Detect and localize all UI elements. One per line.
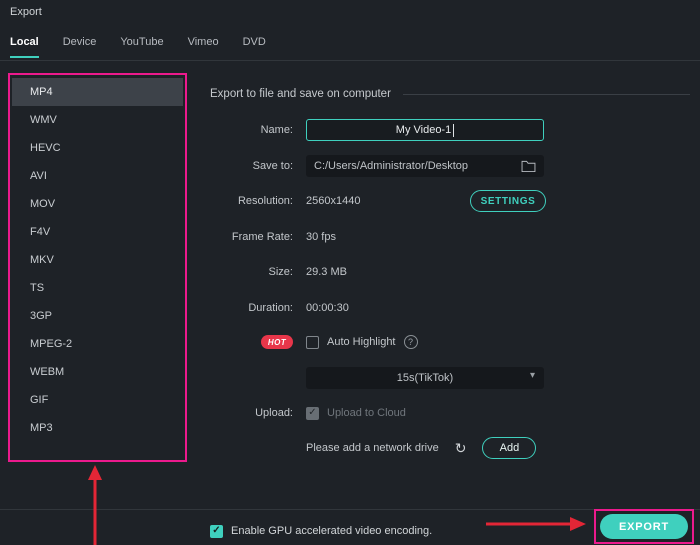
tab-local[interactable]: Local: [10, 36, 39, 58]
arrow-up-annotation: [88, 465, 102, 545]
format-item-gif[interactable]: GIF: [12, 386, 183, 414]
duration-value: 00:00:30: [306, 302, 349, 314]
format-item-mp4[interactable]: MP4: [12, 78, 183, 106]
duration-label: Duration:: [248, 302, 293, 314]
header-divider: [0, 60, 700, 61]
upload-cloud-checkbox[interactable]: ✓: [306, 406, 319, 420]
save-to-value: C:/Users/Administrator/Desktop: [314, 160, 469, 172]
auto-highlight-row: HOT Auto Highlight ?: [210, 330, 690, 354]
preset-dropdown[interactable]: 15s(TikTok) ▾: [306, 367, 544, 389]
format-item-mov[interactable]: MOV: [12, 190, 183, 218]
format-item-3gp[interactable]: 3GP: [12, 302, 183, 330]
text-caret: [453, 123, 455, 137]
resolution-row: Resolution: 2560x1440 SETTINGS: [210, 189, 690, 213]
format-item-mp3[interactable]: MP3: [12, 414, 183, 442]
tab-vimeo[interactable]: Vimeo: [188, 36, 219, 58]
network-row: Please add a network drive ↻ Add: [210, 436, 690, 460]
hot-badge: HOT: [260, 335, 293, 349]
add-button[interactable]: Add: [482, 437, 537, 459]
tab-dvd[interactable]: DVD: [243, 36, 266, 58]
format-item-mpeg2[interactable]: MPEG-2: [12, 330, 183, 358]
size-value: 29.3 MB: [306, 266, 347, 278]
upload-row: Upload: ✓ Upload to Cloud: [210, 401, 690, 425]
auto-highlight-checkbox[interactable]: [306, 335, 319, 349]
frame-rate-value: 30 fps: [306, 231, 336, 243]
format-item-ts[interactable]: TS: [12, 274, 183, 302]
gpu-encoding-checkbox[interactable]: ✓: [210, 524, 223, 538]
resolution-label: Resolution:: [237, 195, 293, 207]
format-item-hevc[interactable]: HEVC: [12, 134, 183, 162]
size-label: Size:: [268, 266, 293, 278]
duration-row: Duration: 00:00:30: [210, 296, 690, 320]
format-item-wmv[interactable]: WMV: [12, 106, 183, 134]
save-to-label: Save to:: [252, 160, 293, 172]
section-header: Export to file and save on computer: [210, 82, 690, 106]
help-icon[interactable]: ?: [403, 335, 418, 349]
tab-device[interactable]: Device: [63, 36, 97, 58]
resolution-value: 2560x1440: [306, 195, 361, 207]
save-to-row: Save to: C:/Users/Administrator/Desktop: [210, 154, 690, 178]
format-item-webm[interactable]: WEBM: [12, 358, 183, 386]
refresh-icon[interactable]: ↻: [455, 441, 467, 455]
folder-icon[interactable]: [521, 160, 536, 172]
network-drive-text: Please add a network drive: [306, 442, 439, 454]
window-title: Export: [10, 6, 42, 18]
preset-row: 15s(TikTok) ▾: [210, 366, 690, 390]
format-item-avi[interactable]: AVI: [12, 162, 183, 190]
name-row: Name: My Video-1: [210, 118, 690, 142]
preset-value: 15s(TikTok): [396, 372, 454, 384]
format-list-annotation-box: MP4 WMV HEVC AVI MOV F4V MKV TS 3GP MPEG…: [8, 73, 187, 462]
section-divider: [402, 93, 690, 95]
gpu-encoding-row: ✓ Enable GPU accelerated video encoding.: [210, 519, 432, 543]
name-input[interactable]: My Video-1: [306, 119, 544, 141]
chevron-down-icon: ▾: [529, 370, 535, 381]
name-value: My Video-1: [395, 124, 452, 136]
frame-rate-label: Frame Rate:: [231, 231, 293, 243]
auto-highlight-label: Auto Highlight: [327, 336, 396, 348]
format-item-f4v[interactable]: F4V: [12, 218, 183, 246]
format-item-mkv[interactable]: MKV: [12, 246, 183, 274]
tab-youtube[interactable]: YouTube: [120, 36, 163, 58]
export-button[interactable]: EXPORT: [600, 514, 688, 539]
tab-bar: Local Device YouTube Vimeo DVD: [10, 36, 266, 58]
gpu-encoding-label: Enable GPU accelerated video encoding.: [231, 525, 433, 537]
frame-rate-row: Frame Rate: 30 fps: [210, 225, 690, 249]
upload-cloud-label: Upload to Cloud: [327, 407, 406, 419]
save-to-input[interactable]: C:/Users/Administrator/Desktop: [306, 155, 544, 177]
upload-label: Upload:: [255, 407, 293, 419]
size-row: Size: 29.3 MB: [210, 260, 690, 284]
name-label: Name:: [260, 124, 293, 136]
settings-button[interactable]: SETTINGS: [470, 190, 546, 212]
section-title: Export to file and save on computer: [210, 88, 391, 100]
arrow-right-annotation: [486, 517, 586, 531]
